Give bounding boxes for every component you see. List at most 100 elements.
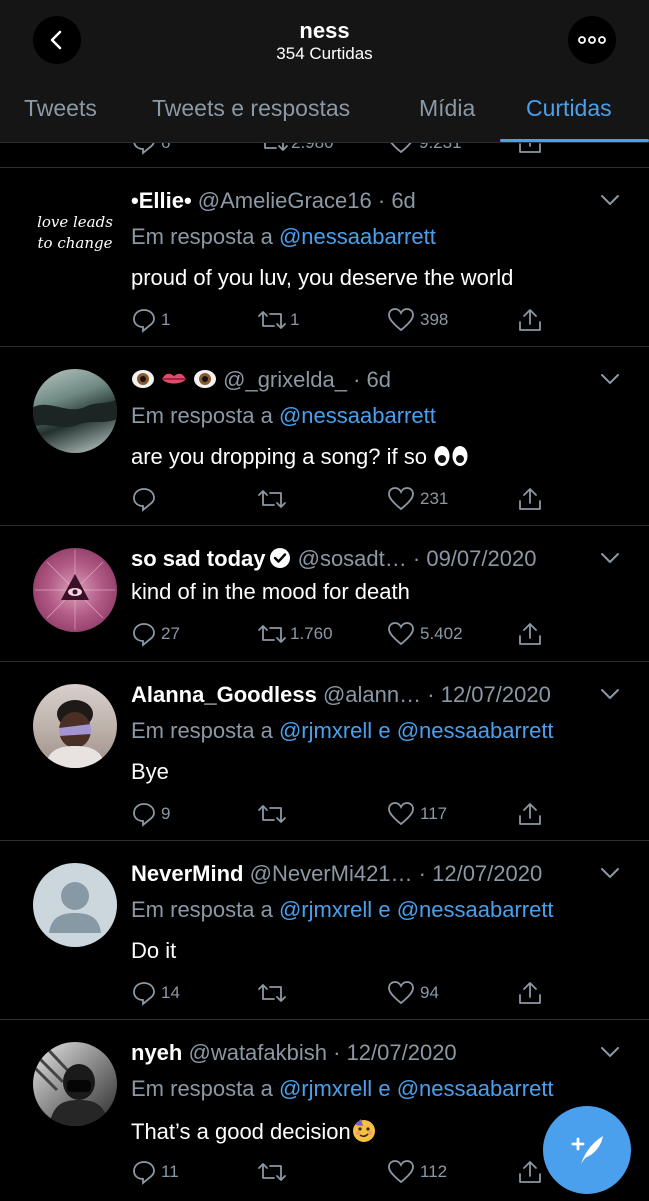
reply-button[interactable]	[131, 484, 161, 514]
retweet-button[interactable]	[257, 1157, 290, 1187]
like-icon	[388, 622, 414, 646]
retweet-button[interactable]	[257, 799, 290, 829]
retweet-button[interactable]: 1	[257, 305, 299, 335]
handle[interactable]: @_grixelda_	[223, 367, 347, 392]
share-button[interactable]	[517, 619, 543, 649]
mention-link[interactable]: @nessaabarrett	[397, 718, 554, 743]
tab-likes[interactable]: Curtidas	[526, 95, 612, 122]
reply-count: 9	[161, 804, 171, 823]
tab-media[interactable]: Mídia	[419, 95, 475, 122]
tab-tweets-and-replies[interactable]: Tweets e respostas	[152, 95, 350, 122]
retweet-button[interactable]	[257, 978, 290, 1008]
tweet-item[interactable]: NeverMind @NeverMi421… · 12/07/2020 Em r…	[0, 840, 649, 1020]
display-name[interactable]: so sad today	[131, 546, 265, 571]
share-button[interactable]	[517, 799, 543, 829]
reply-count: 14	[161, 983, 180, 1002]
avatar[interactable]	[33, 548, 117, 632]
tweet-header: so sad today @sosadt… · 09/07/2020	[131, 546, 537, 571]
reply-icon	[133, 488, 155, 512]
tweet-item[interactable]: love leads to change •Ellie• @AmelieGrac…	[0, 167, 649, 347]
display-name[interactable]: Alanna_Goodless	[131, 682, 317, 707]
mention-link[interactable]: @nessaabarrett	[279, 224, 436, 249]
tweet-header: •Ellie• @AmelieGrace16 · 6d	[131, 188, 416, 213]
like-count: 231	[420, 489, 449, 508]
avatar[interactable]	[33, 369, 117, 453]
like-button[interactable]: 5.402	[387, 619, 463, 649]
tweet-text-content: are you dropping a song? if so	[131, 444, 427, 469]
tweet-item[interactable]: @_grixelda_ · 6d Em resposta a @nessaaba…	[0, 346, 649, 526]
share-icon	[519, 1161, 541, 1183]
display-name-emoji[interactable]	[131, 367, 223, 392]
reply-icon	[133, 1161, 155, 1185]
reply-button[interactable]: 9	[131, 799, 170, 829]
handle[interactable]: @sosadt…	[298, 546, 407, 571]
tab-tweets[interactable]: Tweets	[24, 95, 97, 122]
reply-button[interactable]: 1	[131, 305, 170, 335]
mention-link[interactable]: @nessaabarrett	[279, 403, 436, 428]
like-icon	[388, 981, 414, 1005]
avatar[interactable]	[33, 684, 117, 768]
like-button[interactable]: 231	[387, 484, 448, 514]
reply-button[interactable]: 27	[131, 619, 180, 649]
like-count: 398	[420, 310, 449, 329]
display-name[interactable]: •Ellie•	[131, 188, 192, 213]
reply-button[interactable]: 14	[131, 978, 180, 1008]
share-button[interactable]	[517, 484, 543, 514]
display-name[interactable]: NeverMind	[131, 861, 243, 886]
share-button[interactable]	[517, 305, 543, 335]
retweet-icon	[258, 805, 286, 823]
like-button[interactable]: 398	[387, 305, 448, 335]
avatar[interactable]: love leads to change	[30, 190, 120, 274]
handle[interactable]: @alann…	[323, 682, 421, 707]
chevron-down-icon[interactable]	[600, 1045, 620, 1059]
reply-label: Em resposta a	[131, 224, 273, 249]
retweet-button[interactable]	[257, 484, 290, 514]
compose-tweet-button[interactable]	[543, 1106, 631, 1194]
tweet-text: proud of you luv, you deserve the world	[131, 265, 514, 290]
like-button[interactable]: 117	[387, 799, 447, 829]
mention-conjunction: e	[378, 897, 391, 922]
share-button[interactable]	[517, 1157, 543, 1187]
tweet-header: Alanna_Goodless @alann… · 12/07/2020	[131, 682, 551, 707]
avatar[interactable]	[33, 1042, 117, 1126]
retweet-icon	[258, 625, 286, 643]
share-button[interactable]	[517, 978, 543, 1008]
tweet-item[interactable]: Alanna_Goodless @alann… · 12/07/2020 Em …	[0, 661, 649, 841]
tweet-item[interactable]: so sad today @sosadt… · 09/07/2020 kind …	[0, 525, 649, 662]
mention-link[interactable]: @rjmxrell	[279, 718, 372, 743]
more-button[interactable]	[568, 16, 616, 64]
avatar-image	[45, 700, 105, 768]
eyes-emoji-icon	[434, 446, 468, 466]
timestamp: 6d	[391, 188, 416, 213]
avatar-text-line: love leads	[37, 213, 113, 231]
handle[interactable]: @watafakbish	[188, 1040, 327, 1065]
mention-link[interactable]: @rjmxrell	[279, 1076, 372, 1101]
reply-button[interactable]: 11	[131, 1157, 179, 1187]
share-icon	[519, 488, 541, 510]
chevron-down-icon[interactable]	[600, 687, 620, 701]
avatar[interactable]	[33, 863, 117, 947]
like-count: 112	[420, 1162, 448, 1181]
tweet-actions: 27 1.760 5.402	[131, 619, 551, 649]
share-icon	[519, 803, 541, 825]
chevron-down-icon[interactable]	[600, 551, 620, 565]
handle[interactable]: @NeverMi421…	[250, 861, 413, 886]
display-name[interactable]: nyeh	[131, 1040, 182, 1065]
reply-label: Em resposta a	[131, 1076, 273, 1101]
like-button[interactable]: 94	[387, 978, 439, 1008]
tweet-actions: 231	[131, 484, 551, 514]
reply-icon	[133, 803, 155, 827]
chevron-down-icon[interactable]	[600, 866, 620, 880]
mention-link[interactable]: @rjmxrell	[279, 897, 372, 922]
chevron-down-icon[interactable]	[600, 372, 620, 386]
like-icon	[388, 308, 414, 332]
avatar-image	[33, 399, 117, 427]
mention-link[interactable]: @nessaabarrett	[397, 1076, 554, 1101]
compose-feather-icon	[571, 1136, 603, 1164]
like-button[interactable]: 112	[387, 1157, 447, 1187]
retweet-button[interactable]: 1.760	[257, 619, 333, 649]
handle[interactable]: @AmelieGrace16	[198, 188, 372, 213]
mention-link[interactable]: @nessaabarrett	[397, 897, 554, 922]
chevron-down-icon[interactable]	[600, 193, 620, 207]
likes-count-subtitle: 354 Curtidas	[276, 44, 373, 63]
